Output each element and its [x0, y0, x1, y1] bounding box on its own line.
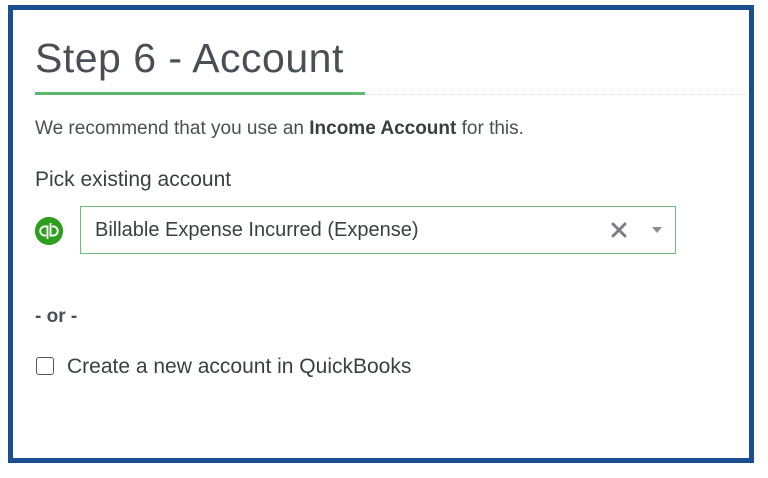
- caret-down-icon[interactable]: [649, 221, 665, 239]
- caret-down-glyph: [652, 227, 662, 233]
- pick-existing-label: Pick existing account: [35, 168, 232, 191]
- page-title: Step 6 - Account: [35, 35, 344, 81]
- close-icon-glyph: [611, 222, 627, 238]
- recommendation-prefix: We recommend that you use an: [35, 118, 310, 139]
- quickbooks-logo-glyph: [35, 217, 63, 245]
- title-divider: [365, 94, 745, 95]
- selected-account-value: Billable Expense Incurred (Expense): [95, 219, 419, 241]
- quickbooks-logo-icon: [35, 217, 63, 245]
- or-separator: - or -: [35, 306, 78, 327]
- account-step-panel: Step 6 - Account We recommend that you u…: [8, 5, 754, 463]
- create-account-checkbox[interactable]: [36, 357, 54, 375]
- create-account-label[interactable]: Create a new account in QuickBooks: [67, 355, 411, 379]
- recommendation-suffix: for this.: [456, 118, 524, 139]
- recommendation-emphasis: Income Account: [309, 118, 457, 139]
- title-underline: [35, 92, 365, 95]
- close-icon[interactable]: [609, 220, 629, 240]
- recommendation-text: We recommend that you use an Income Acco…: [35, 118, 524, 140]
- account-select[interactable]: Billable Expense Incurred (Expense): [80, 206, 676, 254]
